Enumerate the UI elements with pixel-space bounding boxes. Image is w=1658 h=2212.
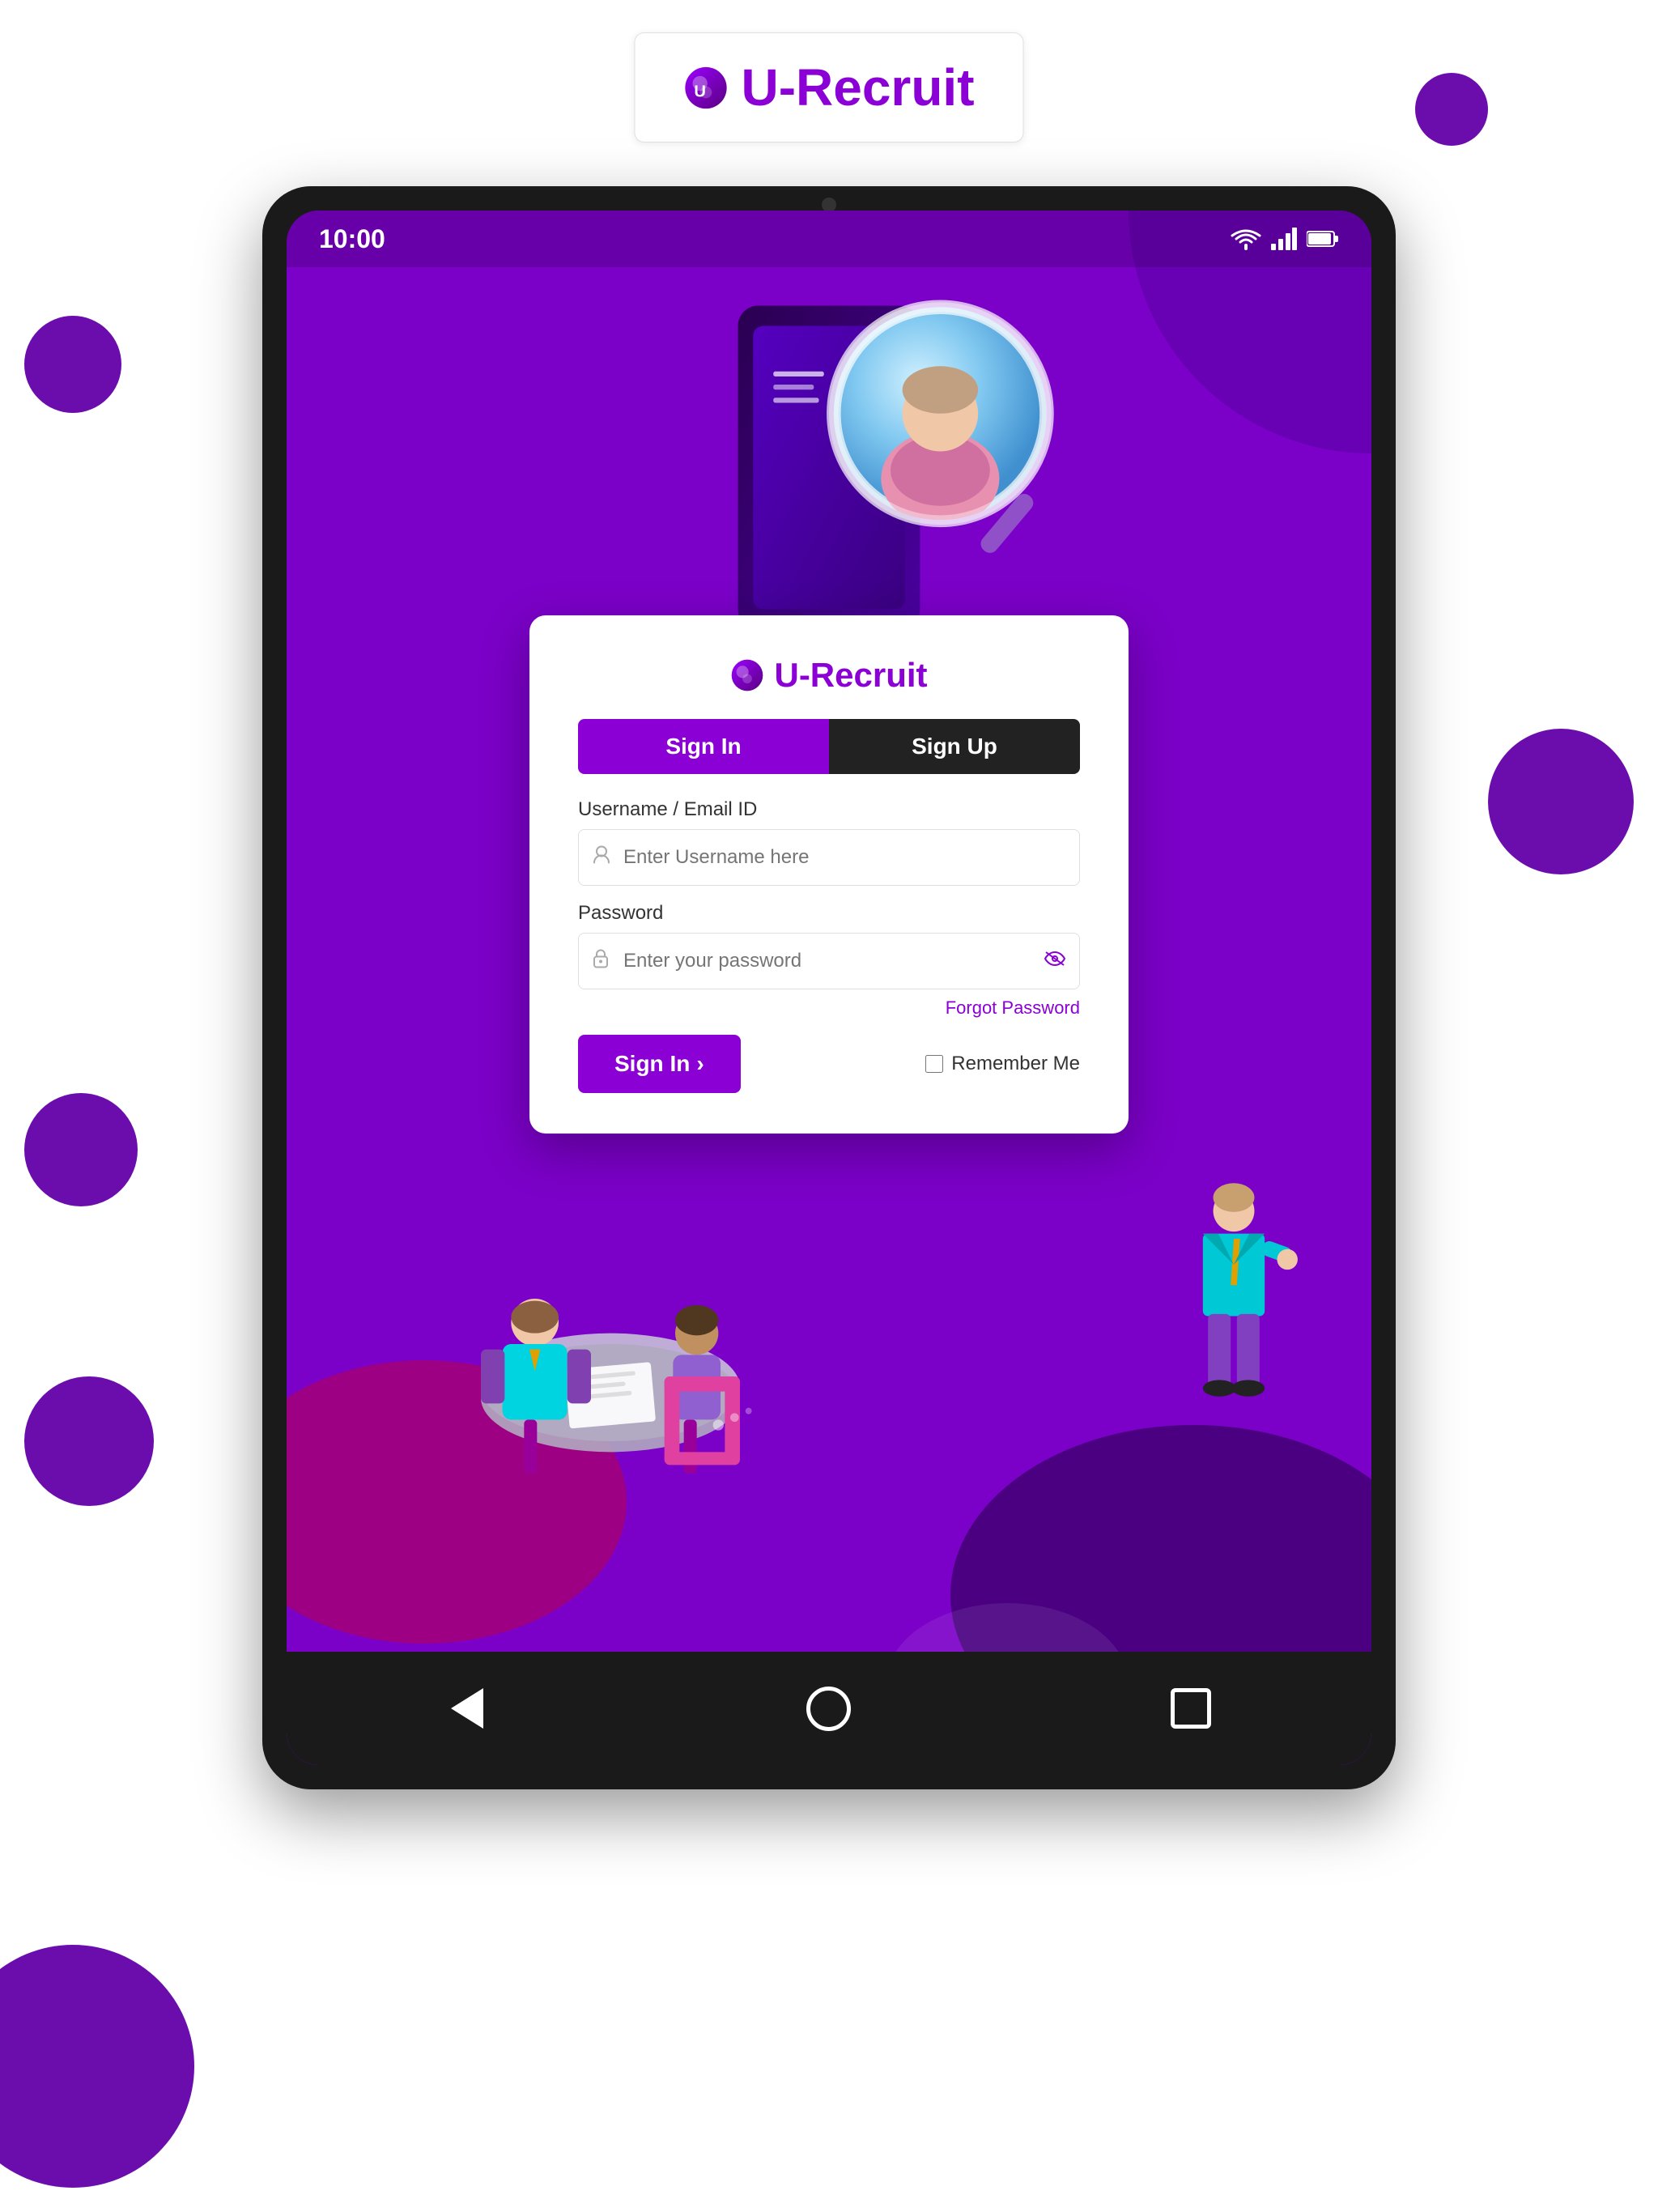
- status-bar: 10:00: [287, 211, 1371, 267]
- forgot-password-link[interactable]: Forgot Password: [578, 998, 1080, 1019]
- signal-icon: [1271, 228, 1297, 250]
- home-icon: [806, 1687, 851, 1731]
- nav-recents-button[interactable]: [1167, 1684, 1215, 1733]
- password-field-wrapper: [578, 933, 1080, 989]
- remember-me-label: Remember Me: [951, 1053, 1080, 1075]
- signin-button[interactable]: Sign In ›: [578, 1035, 741, 1093]
- wifi-icon: [1231, 228, 1261, 250]
- tablet-screen: 10:00: [287, 211, 1371, 1765]
- login-logo-icon: [730, 658, 764, 692]
- remember-me-row: Remember Me: [925, 1053, 1080, 1075]
- tablet-device: 10:00: [262, 186, 1396, 1789]
- remember-me-checkbox[interactable]: [925, 1055, 943, 1073]
- status-time: 10:00: [319, 224, 385, 254]
- lock-icon: [593, 949, 609, 974]
- brand-logo-icon: U: [683, 66, 728, 110]
- nav-home-button[interactable]: [805, 1684, 853, 1733]
- nav-bar: [287, 1652, 1371, 1765]
- back-icon: [451, 1688, 483, 1729]
- username-field-wrapper: [578, 829, 1080, 886]
- tab-signin[interactable]: Sign In: [578, 719, 829, 774]
- deco-circle-bottom-left: [24, 1376, 154, 1506]
- brand-name-top: U-Recruit: [741, 57, 974, 117]
- eye-icon[interactable]: [1044, 950, 1065, 972]
- forgot-password-text[interactable]: Forgot Password: [946, 998, 1080, 1018]
- tab-signup[interactable]: Sign Up: [829, 719, 1080, 774]
- tab-switcher[interactable]: Sign In Sign Up: [578, 719, 1080, 774]
- standing-person-illustration: [1169, 1182, 1299, 1409]
- login-bottom-row: Sign In › Remember Me: [578, 1035, 1080, 1093]
- login-card-brand-name: U-Recruit: [774, 656, 927, 695]
- battery-icon: [1307, 230, 1339, 248]
- deco-circle-left-top: [24, 316, 121, 413]
- status-icons: [1231, 228, 1339, 250]
- login-card: U-Recruit Sign In Sign Up Username / Ema…: [529, 615, 1129, 1134]
- person-icon: [593, 845, 610, 870]
- login-card-logo: U-Recruit: [578, 656, 1080, 695]
- top-logo-container: U U-Recruit: [634, 32, 1023, 143]
- meeting-scene-illustration: [400, 1247, 821, 1506]
- password-input[interactable]: [578, 933, 1080, 989]
- nav-back-button[interactable]: [443, 1684, 491, 1733]
- recents-icon: [1171, 1688, 1211, 1729]
- password-label: Password: [578, 902, 1080, 925]
- username-label: Username / Email ID: [578, 798, 1080, 821]
- deco-circle-bottom-corner: [0, 1945, 194, 2188]
- deco-circle-right-mid: [1488, 729, 1634, 874]
- svg-text:U: U: [694, 83, 706, 100]
- deco-circle-left-bottom: [24, 1093, 138, 1206]
- magnify-illustration: [798, 283, 1106, 591]
- username-input[interactable]: [578, 829, 1080, 886]
- deco-circle-top-right: [1415, 73, 1488, 146]
